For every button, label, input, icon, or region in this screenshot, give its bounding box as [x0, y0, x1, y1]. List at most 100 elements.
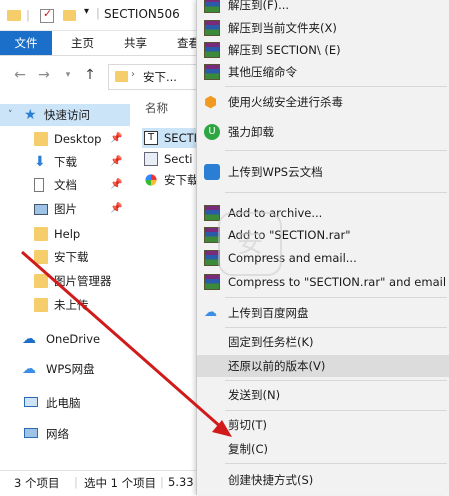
computer-icon [24, 397, 38, 407]
menu-item-copy[interactable]: 复制(C) [197, 438, 449, 460]
pin-icon: 📌 [110, 179, 123, 190]
quick-access-dropdown-icon[interactable]: ▾ [84, 6, 89, 17]
sidebar-item-label: 下载 [54, 155, 77, 169]
sidebar-item-this-pc[interactable]: 此电脑 [0, 392, 130, 414]
sidebar-item-help[interactable]: Help [0, 223, 130, 245]
menu-item-cut[interactable]: 剪切(T) [197, 414, 449, 436]
sidebar-item-network[interactable]: 网络 [0, 423, 130, 445]
menu-item-label: 发送到(N) [228, 388, 281, 402]
sidebar-item-label: WPS网盘 [46, 362, 95, 376]
pin-icon: 📌 [110, 156, 123, 167]
sidebar-item-label: 图片管理器 [54, 274, 112, 288]
baidu-cloud-icon: ☁ [204, 305, 217, 320]
winrar-icon [204, 0, 220, 13]
winrar-icon [204, 20, 220, 36]
browser-shortcut-icon [145, 174, 157, 186]
sidebar-item-label: 安下载 [54, 250, 89, 264]
sidebar-item-desktop[interactable]: Desktop 📌 [0, 128, 130, 150]
tab-file[interactable]: 文件 [0, 31, 52, 55]
folder-icon [34, 132, 48, 146]
folder-icon [115, 71, 128, 82]
sidebar-item-anxiazai[interactable]: 安下载 [0, 246, 130, 268]
chevron-right-icon: › [131, 69, 135, 80]
sidebar-item-pictures[interactable]: 图片 📌 [0, 198, 130, 220]
properties-icon[interactable]: ✓ [40, 7, 54, 23]
menu-separator [225, 297, 447, 298]
menu-separator [225, 463, 447, 464]
sidebar-item-label: Help [54, 227, 81, 241]
sidebar-item-label: Desktop [54, 132, 102, 146]
cloud-icon: ☁ [22, 361, 36, 377]
folder-icon [34, 227, 48, 241]
sidebar-item-quick-access[interactable]: ˅ ★ 快速访问 [0, 104, 130, 126]
download-icon: ⬇ [34, 154, 46, 170]
sidebar-item-label: 快速访问 [44, 108, 90, 122]
menu-item-label: 解压到(F)... [228, 0, 290, 12]
menu-item-extract-to-section[interactable]: 解压到 SECTION\ (E) [197, 39, 449, 61]
column-header-name[interactable]: 名称 [145, 100, 168, 116]
menu-item-label: 使用火绒安全进行杀毒 [228, 95, 343, 109]
new-folder-icon[interactable] [62, 7, 78, 23]
settings-file-icon [144, 152, 158, 166]
menu-item-label: 强力卸载 [228, 125, 274, 139]
navigation-pane: ˅ ★ 快速访问 Desktop 📌 ⬇ 下载 📌 文档 📌 图片 📌 Help… [0, 92, 130, 470]
menu-item-create-shortcut[interactable]: 创建快捷方式(S) [197, 469, 449, 491]
menu-item-extract-to[interactable]: 解压到(F)... [197, 0, 449, 16]
sidebar-item-label: OneDrive [46, 332, 101, 346]
menu-item-wps-cloud[interactable]: 上传到WPS云文档 [197, 161, 449, 183]
menu-item-label: 上传到百度网盘 [228, 306, 309, 320]
menu-item-other-compress[interactable]: 其他压缩命令 [197, 61, 449, 83]
menu-item-label: 其他压缩命令 [228, 65, 297, 79]
sidebar-item-label: 此电脑 [46, 396, 81, 410]
cloud-icon: ☁ [22, 331, 36, 347]
back-icon[interactable]: ← [12, 67, 28, 83]
recent-dropdown-icon[interactable]: ▾ [60, 67, 76, 83]
sidebar-item-label: 网络 [46, 427, 69, 441]
uninstall-icon: U [204, 124, 220, 140]
separator: | [26, 8, 30, 22]
item-count: 3 个项目 [14, 476, 60, 490]
menu-item-pin-taskbar[interactable]: 固定到任务栏(K) [197, 331, 449, 353]
menu-item-label: 固定到任务栏(K) [228, 335, 314, 349]
sidebar-item-not-uploaded[interactable]: 未上传 [0, 294, 130, 316]
menu-separator [225, 327, 447, 328]
menu-item-baidu-upload[interactable]: ☁ 上传到百度网盘 [197, 302, 449, 324]
up-icon[interactable]: ↑ [82, 67, 98, 83]
network-icon [24, 428, 38, 438]
winrar-icon [204, 205, 220, 221]
menu-item-force-uninstall[interactable]: U 强力卸载 [197, 121, 449, 143]
huorong-shield-icon: ⬢ [204, 93, 218, 111]
folder-icon [34, 298, 48, 312]
tab-home[interactable]: 主页 [71, 31, 94, 55]
menu-item-label: 复制(C) [228, 442, 269, 456]
sidebar-item-downloads[interactable]: ⬇ 下载 📌 [0, 151, 130, 173]
folder-icon [34, 274, 48, 288]
wps-cloud-icon [204, 164, 220, 180]
menu-item-label: 解压到 SECTION\ (E) [228, 43, 341, 57]
menu-item-label: 剪切(T) [228, 418, 267, 432]
menu-separator [225, 380, 447, 381]
tab-share[interactable]: 共享 [124, 31, 147, 55]
menu-item-send-to[interactable]: 发送到(N) [197, 384, 449, 406]
menu-separator [225, 192, 447, 193]
chevron-down-icon[interactable]: ˅ [8, 104, 13, 126]
pin-icon: 📌 [110, 203, 123, 214]
menu-item-huorong-scan[interactable]: ⬢ 使用火绒安全进行杀毒 [197, 91, 449, 113]
sidebar-item-onedrive[interactable]: ☁ OneDrive [0, 328, 130, 350]
forward-icon[interactable]: → [36, 67, 52, 83]
section-exe-icon: T [144, 131, 158, 145]
menu-separator [225, 86, 447, 87]
menu-item-restore-versions[interactable]: 还原以前的版本(V) [197, 355, 449, 377]
watermark-logo: 安 [218, 212, 282, 276]
selected-count: 选中 1 个项目 [84, 476, 157, 490]
pin-icon: 📌 [110, 133, 123, 144]
folder-icon [6, 7, 22, 23]
sidebar-item-documents[interactable]: 文档 📌 [0, 174, 130, 196]
folder-icon [34, 250, 48, 264]
sidebar-item-wps-drive[interactable]: ☁ WPS网盘 [0, 358, 130, 380]
menu-item-extract-here[interactable]: 解压到当前文件夹(X) [197, 17, 449, 39]
sidebar-item-picture-manager[interactable]: 图片管理器 [0, 270, 130, 292]
sidebar-item-label: 图片 [54, 202, 77, 216]
sidebar-item-label: 未上传 [54, 298, 89, 312]
menu-item-label: 还原以前的版本(V) [228, 359, 326, 373]
